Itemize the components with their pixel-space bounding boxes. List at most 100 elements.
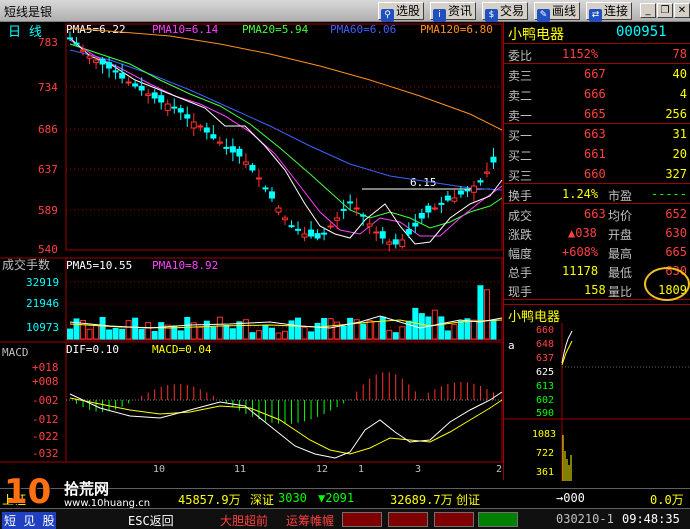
bid-row[interactable]: 买一 663 31 <box>504 126 690 144</box>
candle-body <box>203 127 210 133</box>
restore-button[interactable]: ❐ <box>657 3 673 18</box>
toolbar-news-button[interactable]: i 资讯 <box>430 2 477 22</box>
candle-body <box>334 217 341 221</box>
candle-body <box>301 233 308 238</box>
volume-bar <box>360 323 367 340</box>
volume-title: 成交手数 <box>2 257 50 272</box>
gem-value: 0.0万 <box>650 493 684 507</box>
volume-bar <box>392 332 399 340</box>
date-tick: 10 <box>153 464 165 475</box>
price-tick: 783 <box>38 36 58 49</box>
volume-bar <box>249 332 256 340</box>
indicator-1[interactable] <box>342 512 382 527</box>
close-icon: ✕ <box>677 5 687 16</box>
volume-bar <box>106 329 113 340</box>
candle-body <box>418 212 425 219</box>
toolbar-select-stock-button[interactable]: ⚲ 选股 <box>378 2 425 22</box>
candle-body <box>308 229 315 237</box>
ask-row[interactable]: 卖三 667 40 <box>504 66 690 84</box>
price-tick: 589 <box>38 204 58 217</box>
candle-body <box>242 161 249 165</box>
intraday-mini-chart[interactable]: 小鸭电器 a 660 648 637 625 613 602 590 1083 … <box>504 304 690 481</box>
toolbar-draw-button[interactable]: ✎ 画线 <box>534 2 581 22</box>
volume-bar <box>327 318 334 340</box>
toolbar-trade-button[interactable]: $ 交易 <box>482 2 529 22</box>
title-bar: 短线是银 ⚲ 选股 i 资讯 $ 交易 ✎ 画线 ⇄ 连接 _ ❐ ✕ <box>0 0 690 22</box>
vol-ma5-legend: PMA5=10.55 <box>66 259 132 272</box>
date-tick: 3 <box>415 464 421 475</box>
bid-row[interactable]: 买二 661 20 <box>504 146 690 164</box>
volume-bar <box>347 317 354 340</box>
mini-volume-tick: 722 <box>536 448 554 459</box>
volume-bar <box>132 317 139 340</box>
sh-amount: 45857.9万 <box>178 493 241 507</box>
volume-bar <box>399 326 406 340</box>
app-title: 短线是银 <box>4 5 53 19</box>
candle-body <box>236 148 243 157</box>
indicator-3[interactable] <box>434 512 474 527</box>
ma120-line <box>69 27 503 131</box>
ma20-legend: PMA20=5.94 <box>242 23 309 36</box>
candle-body <box>190 121 197 129</box>
volume-bar <box>386 329 393 340</box>
search-icon: ⚲ <box>381 9 394 22</box>
promo-text-1: 大胆超前 <box>220 514 269 528</box>
minimize-button[interactable]: _ <box>640 3 656 18</box>
candle-body <box>347 201 354 204</box>
indicator-4[interactable] <box>478 512 518 527</box>
candle-body <box>490 156 497 163</box>
close-button[interactable]: ✕ <box>674 3 690 18</box>
volume-bar <box>255 330 262 340</box>
turnover-row: 换手 1.24% 市盈 ----- <box>504 186 690 204</box>
sz-change: ▼2091 <box>318 491 355 505</box>
candle-body <box>177 108 184 113</box>
volume-bar <box>229 328 236 340</box>
mini-price-tick: 613 <box>536 381 554 392</box>
mini-price-tick: 648 <box>536 339 554 350</box>
macd-dea-line <box>69 397 503 455</box>
macd-dif-line <box>69 391 503 459</box>
volume-bar <box>262 324 269 340</box>
bid-row[interactable]: 买三 660 327 <box>504 166 690 184</box>
candle-body <box>470 185 477 193</box>
volume-bars <box>67 285 497 340</box>
macd-legend: MACD=0.04 <box>152 343 212 356</box>
clock: 09:48:35 <box>622 512 680 526</box>
volume-bar <box>295 317 302 340</box>
candle-body <box>438 202 445 205</box>
indicator-2[interactable] <box>388 512 428 527</box>
highlight-circle <box>644 267 690 301</box>
candle-body <box>164 103 171 111</box>
chart-area[interactable]: 日 线 PMA5=6.22 PMA10=6.14 PMA20=5.94 PMA6… <box>0 22 503 480</box>
volume-bar <box>308 331 315 340</box>
trade-icon: $ <box>485 9 498 22</box>
candle-body <box>125 81 132 84</box>
volume-bar <box>216 316 223 340</box>
mini-chart-svg: 660 648 637 625 613 602 590 1083 722 361 <box>504 323 690 481</box>
draw-icon: ✎ <box>537 9 550 22</box>
candle-body <box>282 217 288 221</box>
volume-bar <box>373 320 380 340</box>
candle-body <box>197 125 204 128</box>
volume-bar <box>67 328 73 340</box>
ma20-line <box>69 43 503 229</box>
volume-bar <box>483 289 490 340</box>
toolbar-connect-button[interactable]: ⇄ 连接 <box>586 2 633 22</box>
macd-tick: +018 <box>32 361 59 374</box>
volume-bar <box>242 319 249 340</box>
ask-row[interactable]: 卖一 665 256 <box>504 106 690 124</box>
ma10-legend: PMA10=6.14 <box>152 23 219 36</box>
candle-body <box>327 225 334 228</box>
ask-row[interactable]: 卖二 666 4 <box>504 86 690 104</box>
stats-row: 涨跌 ▲038 开盘 630 <box>508 226 687 242</box>
gem-label: 创证 <box>456 493 481 507</box>
candle-body <box>112 70 119 73</box>
volume-bar <box>210 326 217 340</box>
esc-back-button[interactable]: ESC返回 <box>128 512 174 529</box>
date-tick: 11 <box>234 464 246 475</box>
mini-price-line <box>561 330 573 364</box>
mini-price-tick: 660 <box>536 325 554 336</box>
kline-chart[interactable]: 日 线 PMA5=6.22 PMA10=6.14 PMA20=5.94 PMA6… <box>0 22 503 480</box>
volume-bar <box>93 324 100 340</box>
candle-body <box>399 239 406 247</box>
